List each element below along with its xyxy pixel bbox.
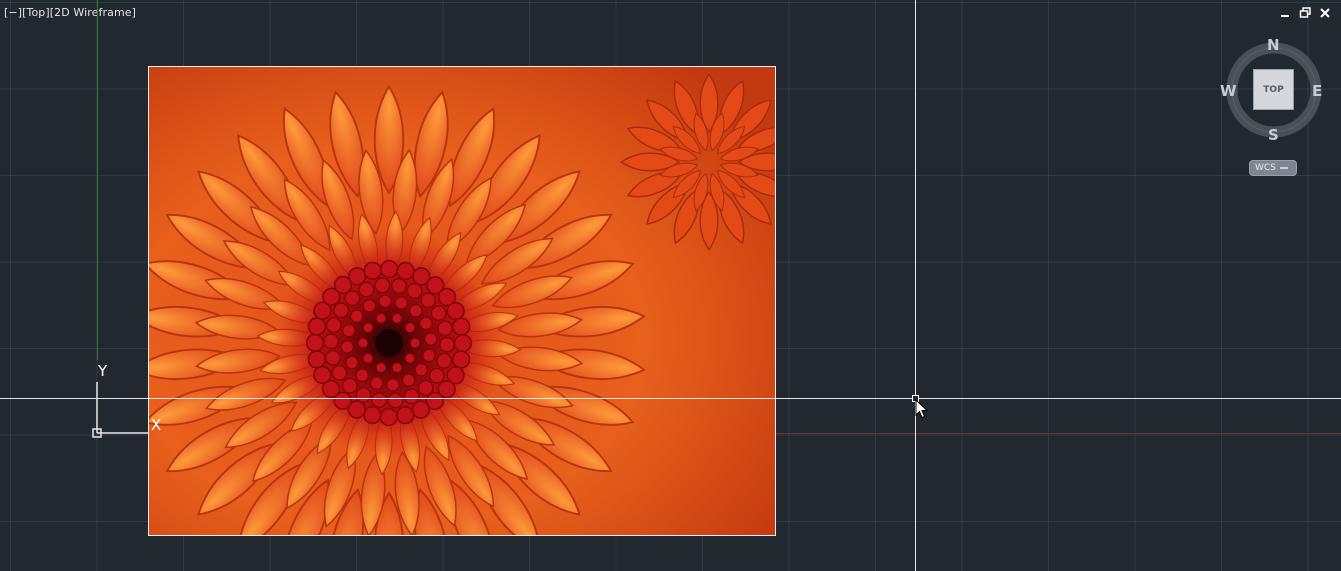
flower-bud: [386, 378, 400, 392]
flower-bud: [363, 261, 382, 280]
flower-bud: [414, 363, 428, 377]
flower-bud: [370, 376, 384, 390]
wcs-label: WCS: [1255, 163, 1276, 173]
flower-bud: [409, 304, 423, 318]
compass-south[interactable]: S: [1268, 126, 1279, 144]
flower-bud: [307, 350, 326, 369]
drawing-viewport[interactable]: [−][Top][2D Wireframe] Y X N S W E TOP W…: [0, 0, 1341, 571]
crosshair-horizontal: [0, 398, 1341, 399]
flower-bud: [394, 296, 408, 310]
flower-bud: [391, 313, 403, 324]
flower-bud: [437, 380, 456, 399]
viewcube-top-face[interactable]: TOP: [1253, 69, 1294, 110]
flower-bud: [363, 406, 382, 425]
flower-bud: [417, 380, 434, 396]
flower-bud: [396, 406, 415, 425]
flower-bud: [419, 316, 433, 330]
flower-bud: [325, 349, 341, 366]
flower-bud: [375, 313, 387, 324]
flower-bud: [374, 277, 391, 294]
flower-bud: [362, 322, 374, 333]
flower-bud: [326, 317, 342, 333]
flower-bud: [375, 362, 387, 373]
flower-bud: [452, 350, 471, 369]
flower-bud: [446, 302, 465, 321]
flower-bud: [323, 333, 339, 350]
chevron-down-icon: [1279, 167, 1288, 169]
flower-bud: [396, 261, 415, 280]
flower-bud: [452, 317, 471, 336]
flower-raster-image[interactable]: [148, 66, 776, 536]
flower-bud: [420, 292, 436, 309]
compass-east[interactable]: E: [1312, 82, 1322, 100]
flower-bud: [380, 259, 399, 279]
flower-bud: [404, 322, 416, 333]
compass-north[interactable]: N: [1267, 36, 1280, 54]
flower-bud: [422, 348, 436, 362]
flower-bud: [378, 294, 392, 308]
flower-bud: [305, 333, 325, 352]
restore-icon[interactable]: [1299, 6, 1311, 20]
flower-bud: [429, 367, 445, 384]
flower-bud: [379, 407, 398, 427]
ucs-x-label: X: [151, 416, 162, 434]
flower-bud: [355, 387, 372, 403]
flower-bud: [371, 392, 387, 408]
flower-bud: [345, 356, 359, 370]
flower-bud: [439, 336, 455, 353]
flower-bud: [358, 281, 375, 298]
flower-bud: [436, 353, 452, 369]
flower-bud: [340, 340, 354, 354]
compass-west[interactable]: W: [1220, 82, 1237, 100]
minimize-icon[interactable]: [1279, 6, 1291, 20]
flower-bud: [348, 267, 367, 286]
viewport-window-controls: [1279, 6, 1331, 20]
flower-bud: [409, 337, 421, 349]
x-axis-line: [776, 433, 1341, 434]
flower-bud: [387, 392, 404, 409]
flower-bud: [307, 317, 326, 336]
flower-bud: [402, 373, 416, 387]
ucs-y-label: Y: [98, 362, 108, 380]
mouse-pointer-icon: [915, 398, 929, 423]
y-axis-line: [97, 0, 98, 360]
flower-bud: [430, 305, 447, 321]
close-icon[interactable]: [1319, 6, 1331, 20]
flower-bud: [362, 299, 376, 313]
flower-bud: [362, 353, 374, 364]
flower-bud: [355, 368, 369, 382]
flower-bud: [391, 362, 403, 373]
flower-bud: [406, 283, 423, 299]
flower-bud: [350, 309, 364, 323]
flower-bud: [333, 302, 349, 319]
flower-bud: [424, 332, 438, 346]
flower-bud: [411, 400, 430, 419]
flower-bud: [344, 290, 361, 306]
crosshair-vertical: [915, 0, 916, 571]
flower-bud: [342, 324, 356, 338]
viewcube-face-label: TOP: [1263, 84, 1284, 95]
viewport-controls-label[interactable]: [−][Top][2D Wireframe]: [4, 6, 136, 19]
flower-bud: [357, 337, 369, 349]
flower-bud: [342, 377, 358, 394]
flower-bud: [437, 320, 453, 337]
flower-bud: [453, 334, 473, 353]
wcs-menu-button[interactable]: WCS: [1249, 160, 1297, 176]
flower-bud: [403, 388, 420, 405]
flower-bud: [404, 353, 416, 364]
flower-bud: [313, 365, 332, 384]
flower-bud: [331, 365, 348, 381]
chrysanthemum-picture: [149, 67, 775, 535]
flower-bud: [391, 278, 407, 294]
